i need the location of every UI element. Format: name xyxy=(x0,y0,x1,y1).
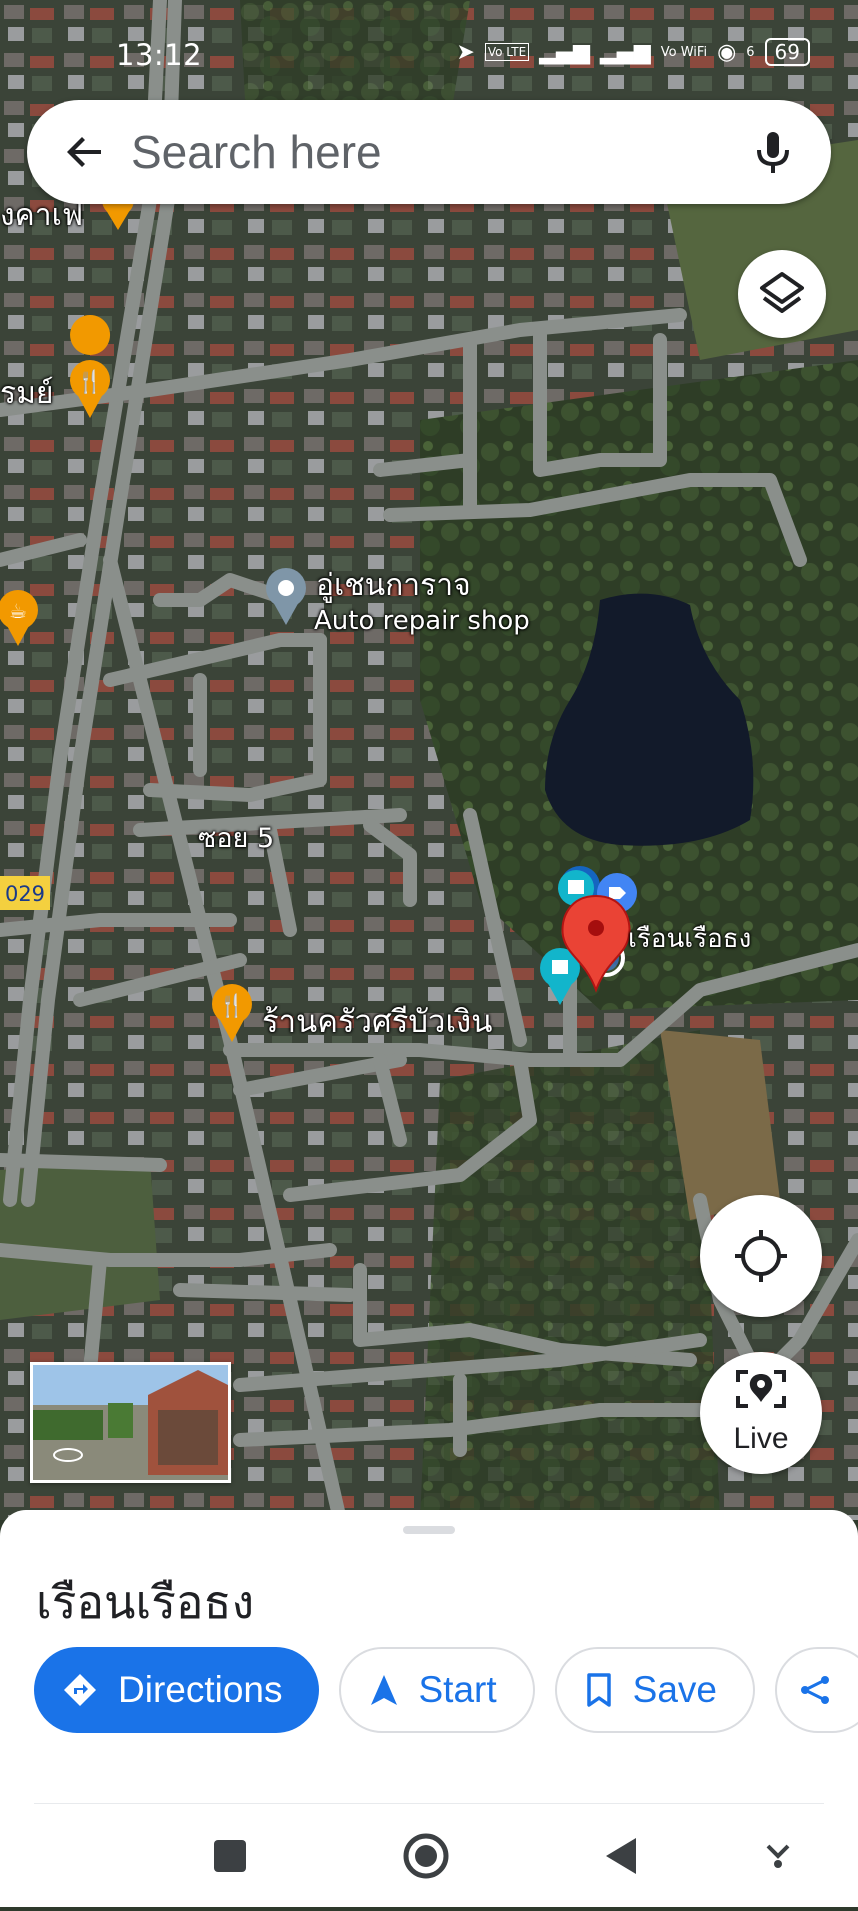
directions-label: Directions xyxy=(118,1669,283,1710)
partial-label-left: รมย์ xyxy=(0,376,54,411)
signal-label-2: Vo WiFi xyxy=(660,44,708,60)
home-circle-nav-icon[interactable] xyxy=(403,1833,449,1879)
street-view-thumbnail[interactable] xyxy=(30,1362,231,1483)
share-button[interactable] xyxy=(774,1647,858,1733)
square-nav-icon[interactable] xyxy=(214,1840,246,1872)
svg-text:🍴: 🍴 xyxy=(218,993,245,1019)
back-triangle-nav-icon[interactable] xyxy=(606,1838,636,1874)
live-label: Live xyxy=(733,1422,789,1455)
battery-icon: 69 xyxy=(764,38,810,66)
svg-text:🍴: 🍴 xyxy=(76,369,103,395)
signal-label-1: Vo LTE xyxy=(484,43,530,61)
svg-text:☕: ☕ xyxy=(9,599,27,623)
street-view-image xyxy=(33,1365,228,1480)
my-location-icon xyxy=(735,1230,787,1282)
share-icon xyxy=(800,1676,829,1704)
directions-button[interactable]: Directions xyxy=(34,1647,319,1733)
start-label: Start xyxy=(418,1669,497,1710)
back-arrow-icon[interactable] xyxy=(61,128,109,176)
poi-auto-repair-name[interactable]: อู่เชนการาจ xyxy=(316,562,471,609)
signal-label-3: 6 xyxy=(746,44,755,60)
sheet-drag-handle[interactable] xyxy=(403,1526,455,1534)
down-chevron-nav-icon[interactable] xyxy=(766,1844,790,1868)
microphone-icon[interactable] xyxy=(745,124,801,180)
action-chips: Directions Start Save xyxy=(34,1647,858,1733)
my-location-button[interactable] xyxy=(700,1195,822,1317)
poi-auto-repair-category: Auto repair shop xyxy=(314,606,530,636)
status-bar: 13:12 ➤ Vo LTE ▂▄▆ ▂▄▆ Vo WiFi ◉ 6 69 xyxy=(0,0,858,100)
location-arrow-icon: ➤ xyxy=(456,39,475,65)
layers-icon xyxy=(760,272,804,313)
signal-icon: ▂▄▆ xyxy=(539,39,590,65)
status-time: 13:12 xyxy=(116,38,203,72)
restaurant-label[interactable]: ร้านครัวศรีบัวเงิน xyxy=(262,996,492,1046)
navigation-arrow-icon xyxy=(370,1675,397,1705)
sheet-divider xyxy=(34,1803,824,1804)
start-button[interactable]: Start xyxy=(338,1647,535,1733)
system-nav-bar xyxy=(0,1808,858,1907)
route-shield-text: 029 xyxy=(5,882,45,906)
save-label: Save xyxy=(632,1669,717,1710)
live-view-icon xyxy=(736,1370,786,1408)
bookmark-icon xyxy=(586,1673,611,1707)
soi-label: ซอย 5 xyxy=(198,823,275,854)
wifi-icon: ◉ xyxy=(717,39,737,65)
directions-icon xyxy=(64,1674,96,1706)
save-button[interactable]: Save xyxy=(554,1647,755,1733)
search-input[interactable]: Search here xyxy=(131,125,382,179)
selected-place-label[interactable]: เรือนเรือธง xyxy=(628,918,751,959)
live-view-button[interactable]: Live xyxy=(700,1352,822,1474)
search-bar[interactable]: Search here xyxy=(27,100,831,204)
layers-button[interactable] xyxy=(738,250,826,338)
place-title: เรือนเรือธง xyxy=(36,1575,255,1629)
status-icons: ➤ Vo LTE ▂▄▆ ▂▄▆ Vo WiFi ◉ 6 69 xyxy=(456,38,810,66)
signal-icon-2: ▂▄▆ xyxy=(600,39,651,65)
